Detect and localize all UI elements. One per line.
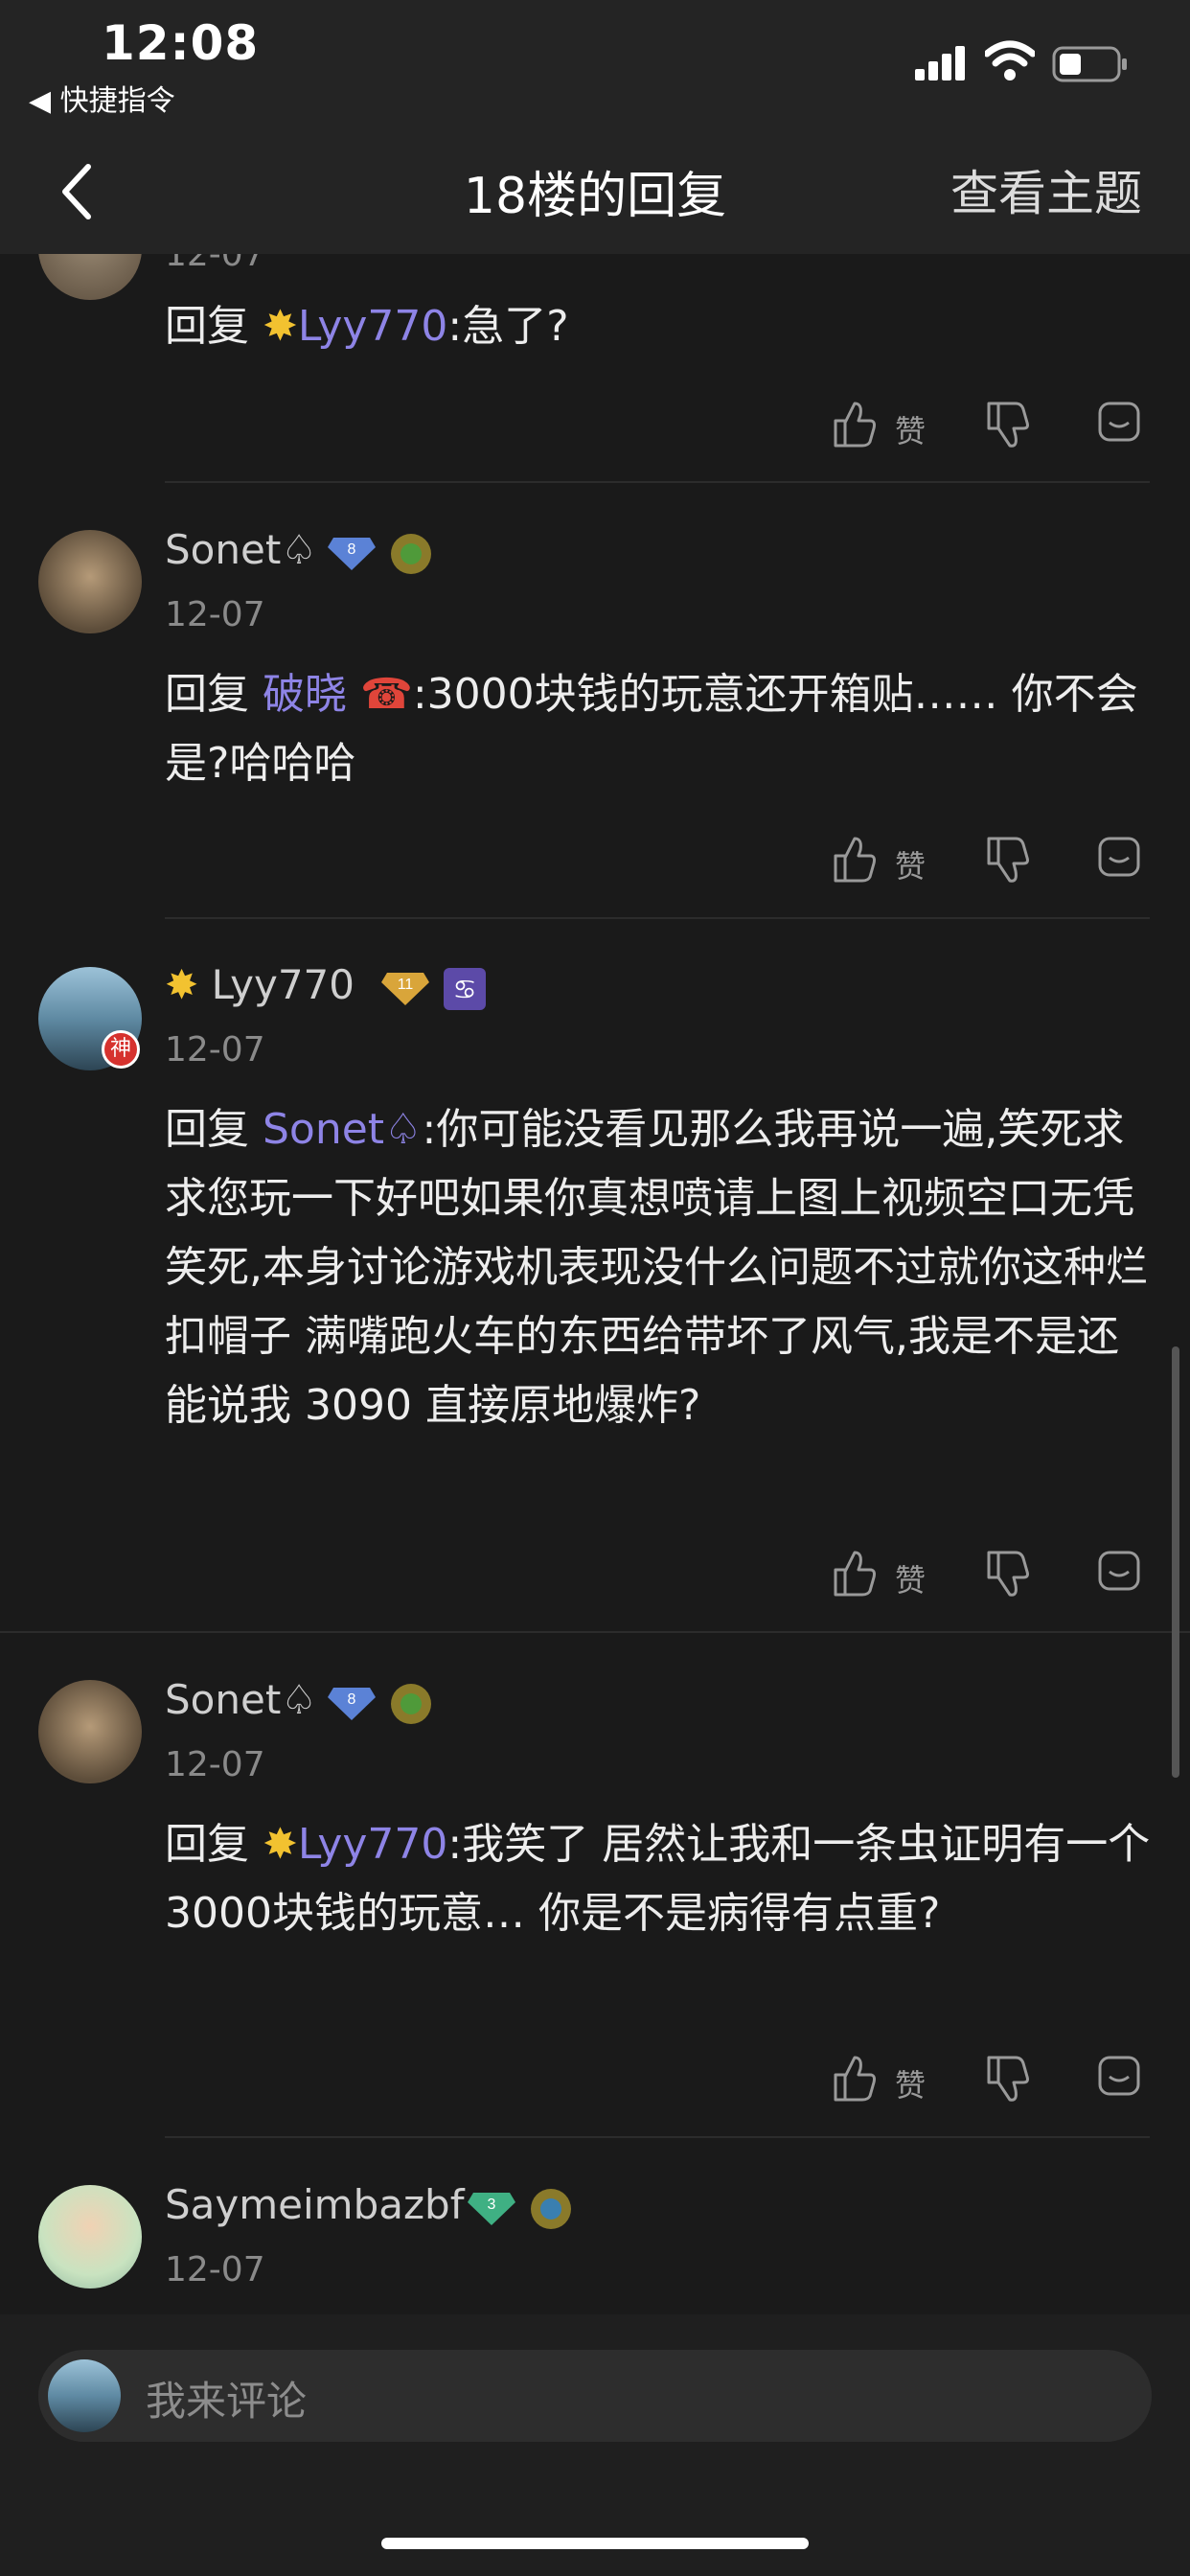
level-badge: 3 — [468, 2193, 515, 2225]
post-date: 12-07 — [165, 595, 265, 634]
god-badge: 神 — [102, 1030, 140, 1069]
level-badge: 8 — [328, 1688, 376, 1720]
signal-icon — [915, 46, 965, 80]
svg-text:11: 11 — [398, 977, 414, 993]
like-label[interactable]: 赞 — [895, 2061, 926, 2105]
level-badge: 8 — [328, 538, 376, 570]
comment-icon[interactable] — [1098, 1551, 1140, 1591]
reply-list: 12-07 回复 ✸Lyy770:急了? 赞 Sonet♤ 8 12-07 回复… — [0, 254, 1190, 2314]
level-badge: 11 — [381, 973, 429, 1005]
scrollbar[interactable] — [1172, 1346, 1179, 1778]
reply-text: 回复 Sonet♤:你可能没看见那么我再说一遍,笑死求求您玩一下好吧如果你真想喷… — [165, 1105, 1148, 1430]
svg-text:8: 8 — [348, 541, 356, 558]
divider — [0, 1631, 1190, 1633]
divider — [165, 481, 1150, 483]
username[interactable]: Saymeimbazbf — [165, 2181, 464, 2228]
post-date: 12-07 — [165, 1745, 265, 1784]
dislike-icon[interactable] — [987, 2056, 1029, 2102]
reply-actions — [834, 837, 1140, 883]
like-icon[interactable] — [834, 2056, 876, 2102]
battery-icon — [1052, 46, 1127, 82]
avatar[interactable] — [38, 2185, 142, 2288]
username[interactable]: ✸ Lyy770 — [165, 961, 355, 1008]
view-topic-button[interactable]: 查看主题 — [950, 155, 1142, 224]
username[interactable]: Sonet♤ — [165, 526, 317, 573]
reply-actions — [834, 402, 1140, 448]
svg-text:3: 3 — [488, 2196, 496, 2213]
reply-text: 回复 ✸Lyy770:急了? — [165, 302, 569, 351]
comment-placeholder[interactable]: 我来评论 — [146, 2369, 307, 2427]
avatar[interactable] — [38, 254, 142, 300]
mention-link[interactable]: Sonet♤ — [263, 1105, 423, 1154]
zodiac-cancer-icon: ♋ — [444, 968, 486, 1010]
reply-actions — [834, 2056, 1140, 2102]
avatar[interactable] — [38, 530, 142, 633]
divider — [165, 917, 1150, 919]
wifi-icon — [985, 40, 1035, 80]
star-icon: ✸ — [263, 302, 298, 351]
dislike-icon[interactable] — [987, 402, 1029, 448]
comment-icon[interactable] — [1098, 2056, 1140, 2096]
like-label[interactable]: 赞 — [895, 842, 926, 886]
like-label[interactable]: 赞 — [895, 407, 926, 451]
svg-text:♋: ♋ — [452, 974, 476, 1005]
back-to-app-link[interactable]: ◀ 快捷指令 — [29, 77, 175, 119]
reply-text: 回复 破晓 ☎:3000块钱的玩意还开箱贴…… 你不会是?哈哈哈 — [165, 670, 1138, 788]
post-date: 12-07 — [165, 1030, 265, 1070]
reply-text: 回复 ✸Lyy770:我笑了 居然让我和一条虫证明有一个3000块钱的玩意… 你… — [165, 1820, 1151, 1938]
username[interactable]: Sonet♤ — [165, 1676, 317, 1723]
mention-link[interactable]: Lyy770 — [298, 302, 448, 351]
mention-link[interactable]: 破晓 — [263, 670, 347, 719]
like-icon[interactable] — [834, 402, 876, 448]
like-icon[interactable] — [834, 837, 876, 883]
post-date: 12-07 — [165, 2250, 265, 2289]
divider — [165, 2136, 1150, 2138]
medal-icon — [391, 1684, 431, 1724]
status-time: 12:08 — [102, 15, 260, 71]
mention-link[interactable]: Lyy770 — [298, 1820, 448, 1869]
like-label[interactable]: 赞 — [895, 1556, 926, 1600]
avatar[interactable] — [38, 1680, 142, 1783]
star-icon: ✸ — [165, 961, 199, 1008]
home-indicator — [381, 2538, 809, 2549]
comment-icon[interactable] — [1098, 402, 1140, 442]
svg-text:8: 8 — [348, 1691, 356, 1708]
telephone-icon: ☎ — [360, 670, 413, 719]
medal-icon — [531, 2189, 571, 2229]
dislike-icon[interactable] — [987, 837, 1029, 883]
my-avatar — [48, 2359, 121, 2432]
reply-actions — [834, 1551, 1140, 1597]
medal-icon — [391, 534, 431, 574]
post-date: 12-07 — [165, 254, 265, 274]
like-icon[interactable] — [834, 1551, 876, 1597]
star-icon: ✸ — [263, 1820, 298, 1869]
dislike-icon[interactable] — [987, 1551, 1029, 1597]
comment-icon[interactable] — [1098, 837, 1140, 877]
